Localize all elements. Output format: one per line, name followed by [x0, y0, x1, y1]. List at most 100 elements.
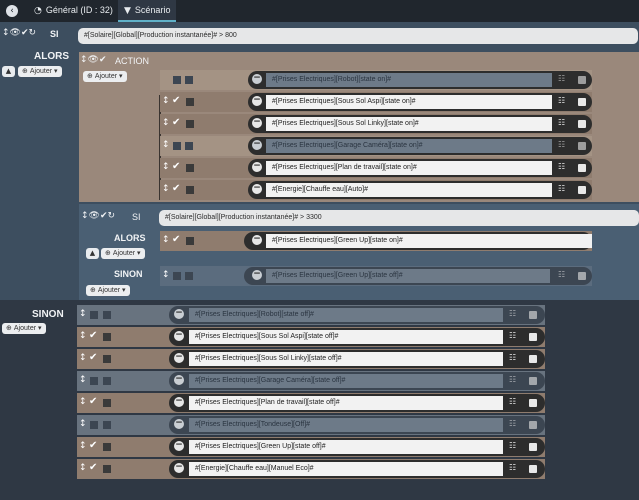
- enable-checkbox[interactable]: ✔: [89, 462, 97, 474]
- tab-scenario[interactable]: ▼ Scénario: [118, 0, 176, 22]
- collapse-alors-button[interactable]: ▲: [2, 66, 15, 77]
- remove-icon[interactable]: −: [252, 162, 262, 172]
- parallel-checkbox[interactable]: [185, 272, 193, 280]
- drag-handle-icon[interactable]: ↕: [162, 96, 170, 106]
- list-icon[interactable]: ☷: [509, 441, 516, 451]
- nested-sinon-add-button[interactable]: ⊕ Ajouter ▾: [86, 285, 130, 296]
- enable-checkbox[interactable]: ✔: [89, 440, 97, 452]
- command-text[interactable]: #[Energie][Chauffe eau][Manuel Eco]#: [189, 462, 503, 476]
- drag-handle-icon[interactable]: ↕: [162, 118, 170, 128]
- enable-checkbox[interactable]: ✔: [172, 95, 180, 107]
- command-text[interactable]: #[Prises Electriques][Garage Caméra][sta…: [266, 139, 552, 153]
- drag-handle-icon[interactable]: ↕: [79, 397, 87, 407]
- list-icon[interactable]: ☷: [509, 309, 516, 319]
- command-text[interactable]: #[Prises Electriques][Sous Sol Linky][st…: [266, 117, 552, 131]
- enable-checkbox[interactable]: ✔: [89, 396, 97, 408]
- command-text[interactable]: #[Prises Electriques][Plan de travail][s…: [189, 396, 503, 410]
- options-icon[interactable]: [578, 76, 586, 84]
- list-icon[interactable]: ☷: [509, 397, 516, 407]
- command-text[interactable]: #[Prises Electriques][Tondeuse][Off]#: [189, 418, 503, 432]
- list-icon[interactable]: ☷: [558, 74, 565, 84]
- tab-general[interactable]: ◔ Général (ID : 32): [34, 0, 116, 22]
- parallel-checkbox[interactable]: [103, 399, 111, 407]
- remove-icon[interactable]: −: [174, 397, 184, 407]
- drag-handle-icon[interactable]: ↕: [79, 353, 87, 363]
- options-icon[interactable]: [529, 421, 537, 429]
- options-icon[interactable]: [529, 377, 537, 385]
- drag-handle-icon[interactable]: ↕: [162, 235, 170, 245]
- enable-checkbox[interactable]: ✔: [172, 117, 180, 129]
- nested-alors-add-button[interactable]: ⊕ Ajouter ▾: [101, 248, 145, 259]
- enable-checkbox[interactable]: ✔: [89, 330, 97, 342]
- drag-handle-icon[interactable]: ↕: [79, 309, 87, 319]
- list-icon[interactable]: ☷: [558, 270, 565, 280]
- command-text[interactable]: #[Prises Electriques][Green Up][state of…: [266, 269, 550, 283]
- remove-icon[interactable]: −: [174, 463, 184, 473]
- command-text[interactable]: #[Prises Electriques][Green Up][state of…: [189, 440, 503, 454]
- remove-icon[interactable]: −: [174, 309, 184, 319]
- sinon-add-button[interactable]: ⊕ Ajouter ▾: [2, 323, 46, 334]
- si-condition-input[interactable]: #[Solaire][Global][Production instantané…: [78, 28, 638, 44]
- command-text[interactable]: #[Prises Electriques][Sous Sol Aspi][sta…: [189, 330, 503, 344]
- parallel-checkbox[interactable]: [186, 98, 194, 106]
- drag-handle-icon[interactable]: ↕: [79, 441, 87, 451]
- enable-checkbox[interactable]: ✔: [89, 352, 97, 364]
- options-icon[interactable]: [578, 164, 586, 172]
- si-block-controls[interactable]: ↕👁✔↻: [2, 28, 36, 38]
- drag-handle-icon[interactable]: ↕: [79, 463, 87, 473]
- enable-checkbox[interactable]: [173, 76, 181, 84]
- parallel-checkbox[interactable]: [186, 164, 194, 172]
- drag-handle-icon[interactable]: ↕: [79, 375, 87, 385]
- command-text[interactable]: #[Prises Electriques][Green Up][state on…: [266, 234, 592, 248]
- enable-checkbox[interactable]: ✔: [172, 161, 180, 173]
- list-icon[interactable]: ☷: [558, 162, 565, 172]
- command-text[interactable]: #[Prises Electriques][Robot][state off]#: [189, 308, 503, 322]
- remove-icon[interactable]: −: [174, 441, 184, 451]
- options-icon[interactable]: [578, 120, 586, 128]
- remove-icon[interactable]: −: [252, 74, 262, 84]
- drag-handle-icon[interactable]: ↕: [162, 184, 170, 194]
- command-text[interactable]: #[Prises Electriques][Plan de travail][s…: [266, 161, 552, 175]
- drag-handle-icon[interactable]: ↕: [162, 162, 170, 172]
- parallel-checkbox[interactable]: [103, 333, 111, 341]
- remove-icon[interactable]: −: [252, 118, 262, 128]
- options-icon[interactable]: [578, 142, 586, 150]
- command-text[interactable]: #[Prises Electriques][Sous Sol Linky][st…: [189, 352, 503, 366]
- list-icon[interactable]: ☷: [509, 463, 516, 473]
- enable-checkbox[interactable]: [90, 311, 98, 319]
- parallel-checkbox[interactable]: [186, 120, 194, 128]
- list-icon[interactable]: ☷: [558, 140, 565, 150]
- parallel-checkbox[interactable]: [186, 186, 194, 194]
- drag-handle-icon[interactable]: ↕: [162, 270, 170, 280]
- remove-icon[interactable]: −: [252, 235, 262, 245]
- remove-icon[interactable]: −: [174, 375, 184, 385]
- enable-checkbox[interactable]: ✔: [172, 234, 180, 246]
- remove-icon[interactable]: −: [174, 419, 184, 429]
- remove-icon[interactable]: −: [174, 331, 184, 341]
- drag-handle-icon[interactable]: ↕: [79, 331, 87, 341]
- list-icon[interactable]: ☷: [509, 375, 516, 385]
- command-text[interactable]: #[Energie][Chauffe eau][Auto]#: [266, 183, 552, 197]
- nested-si-condition-input[interactable]: #[Solaire][Global][Production instantané…: [159, 210, 639, 226]
- remove-icon[interactable]: −: [252, 184, 262, 194]
- options-icon[interactable]: [578, 186, 586, 194]
- options-icon[interactable]: [529, 311, 537, 319]
- command-text[interactable]: #[Prises Electriques][Sous Sol Aspi][sta…: [266, 95, 552, 109]
- options-icon[interactable]: [529, 443, 537, 451]
- enable-checkbox[interactable]: [173, 272, 181, 280]
- alors-add-button[interactable]: ⊕ Ajouter ▾: [18, 66, 62, 77]
- list-icon[interactable]: ☷: [558, 96, 565, 106]
- parallel-checkbox[interactable]: [186, 237, 194, 245]
- parallel-checkbox[interactable]: [103, 421, 111, 429]
- list-icon[interactable]: ☷: [509, 419, 516, 429]
- list-icon[interactable]: ☷: [509, 353, 516, 363]
- options-icon[interactable]: [529, 355, 537, 363]
- list-icon[interactable]: ☷: [558, 184, 565, 194]
- action-add-button[interactable]: ⊕ Ajouter ▾: [83, 71, 127, 82]
- command-text[interactable]: #[Prises Electriques][Garage Caméra][sta…: [189, 374, 503, 388]
- remove-icon[interactable]: −: [252, 140, 262, 150]
- remove-icon[interactable]: −: [174, 353, 184, 363]
- nested-si-controls[interactable]: ↕👁✔↻: [81, 211, 115, 221]
- enable-checkbox[interactable]: [90, 421, 98, 429]
- parallel-checkbox[interactable]: [103, 311, 111, 319]
